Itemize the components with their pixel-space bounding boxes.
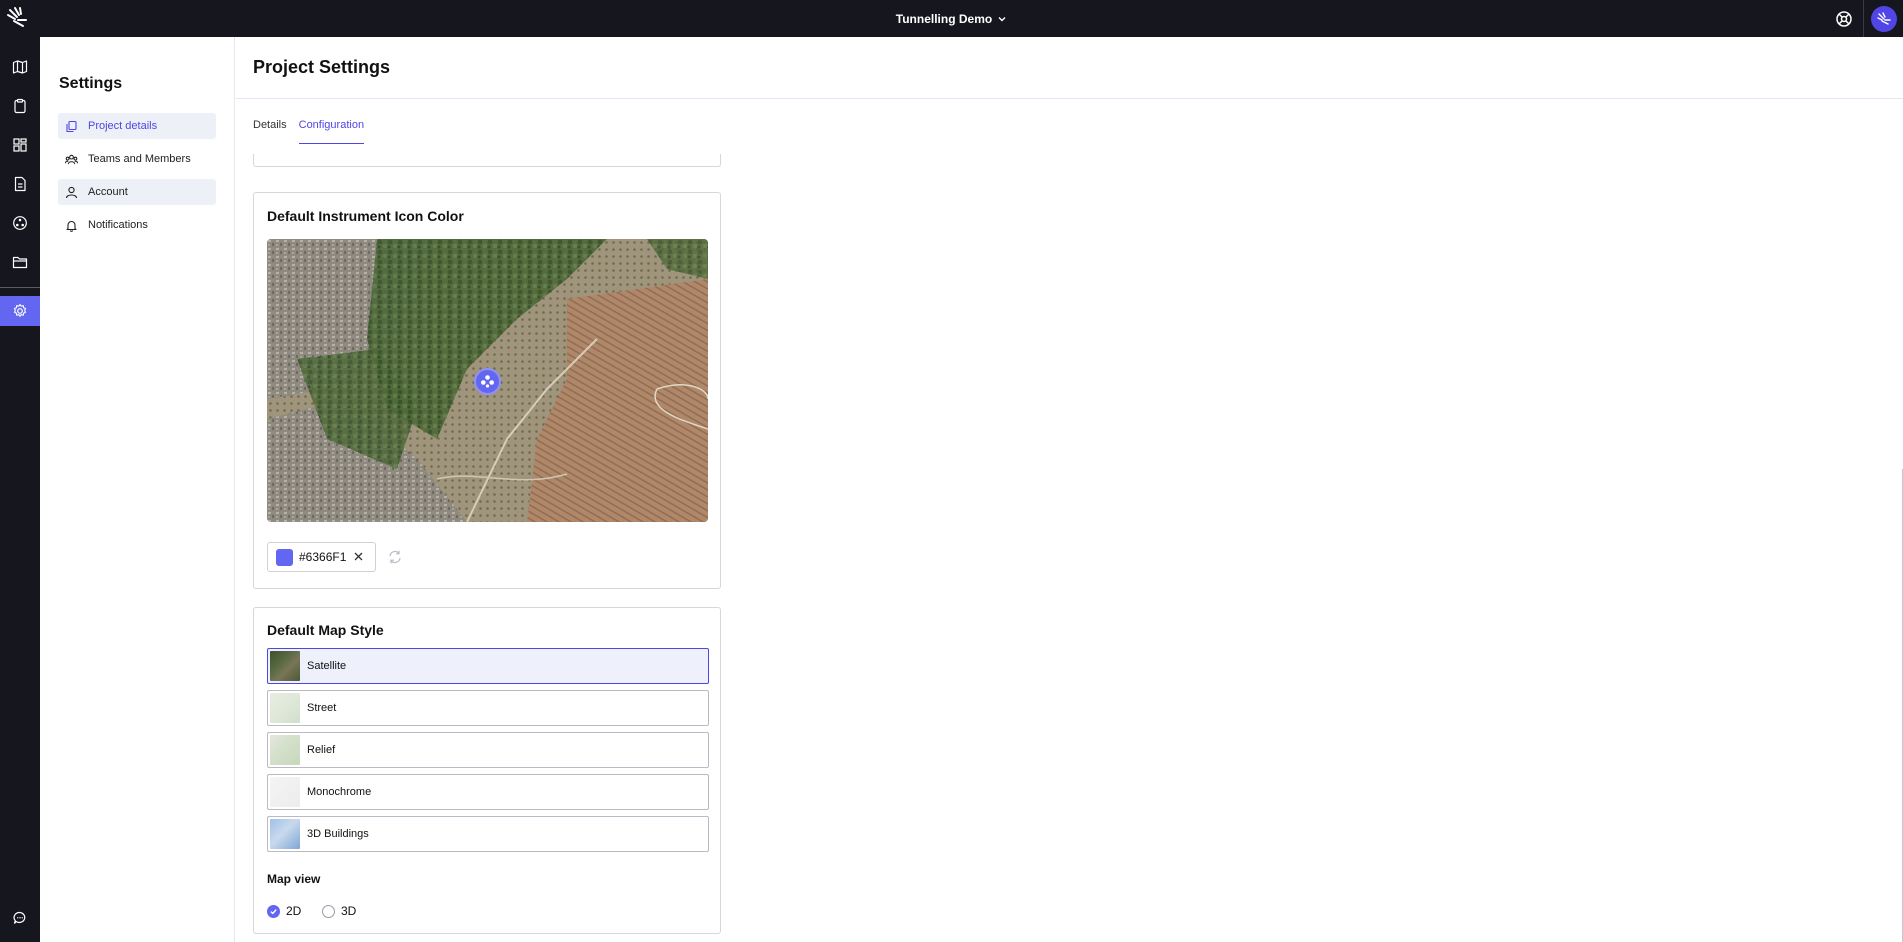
map-view-3d-radio[interactable]: 3D	[322, 904, 356, 918]
chat-icon	[13, 911, 26, 924]
map-icon	[12, 60, 28, 74]
sidebar-item-account[interactable]: Account	[58, 179, 216, 205]
monochrome-thumbnail	[270, 777, 300, 807]
radio-label: 2D	[286, 904, 302, 918]
clipboard-icon	[14, 98, 26, 114]
rail-settings[interactable]	[0, 296, 40, 326]
rail-report[interactable]	[0, 169, 40, 199]
instrument-marker-preview	[474, 368, 501, 395]
user-menu[interactable]	[1863, 0, 1903, 37]
refresh-icon	[389, 550, 401, 564]
map-style-option-monochrome[interactable]: Monochrome	[267, 774, 709, 810]
radio-unchecked[interactable]	[322, 904, 335, 918]
close-icon	[354, 552, 363, 561]
sidebar-item-label: Account	[88, 186, 128, 198]
page-title: Project Settings	[253, 57, 391, 77]
tab-configuration[interactable]: Configuration	[298, 119, 365, 144]
color-picker-chip[interactable]: #6366F1	[267, 542, 376, 572]
dashboard-icon	[13, 138, 27, 152]
main-content: Project Settings Details Configuration D…	[236, 37, 1903, 942]
top-bar: Tunnelling Demo	[0, 0, 1903, 37]
map-style-option-satellite[interactable]: Satellite	[267, 648, 709, 684]
team-icon	[65, 153, 78, 166]
sidebar-item-teams-and-members[interactable]: Teams and Members	[58, 146, 216, 172]
rail-instruments[interactable]	[0, 208, 40, 238]
avatar[interactable]	[1870, 5, 1897, 32]
map-style-label: Street	[307, 702, 337, 714]
gear-icon	[13, 303, 27, 317]
header-divider	[236, 98, 1903, 99]
map-style-option-3d-buildings[interactable]: 3D Buildings	[267, 816, 709, 852]
chevron-down-icon	[998, 16, 1006, 21]
settings-sidebar: Settings Project details Teams and Membe…	[40, 37, 235, 942]
map-preview[interactable]	[267, 239, 708, 522]
project-switcher[interactable]: Tunnelling Demo	[0, 0, 1903, 37]
radio-label: 3D	[341, 904, 357, 918]
3d-buildings-thumbnail	[270, 819, 300, 849]
rail-map[interactable]	[0, 52, 40, 82]
rail-clipboard[interactable]	[0, 91, 40, 121]
reset-color-button[interactable]	[387, 549, 403, 565]
previous-section-card	[253, 154, 721, 167]
color-swatch[interactable]	[276, 548, 293, 566]
sidebar-item-notifications[interactable]: Notifications	[58, 212, 216, 238]
app-logo-icon	[1876, 11, 1891, 25]
street-thumbnail	[270, 693, 300, 723]
map-style-option-relief[interactable]: Relief	[267, 732, 709, 768]
relief-thumbnail	[270, 735, 300, 765]
map-style-option-street[interactable]: Street	[267, 690, 709, 726]
section-title: Default Map Style	[267, 622, 384, 638]
sidebar-item-label: Notifications	[88, 219, 148, 231]
map-style-label: Relief	[307, 744, 336, 756]
satellite-thumbnail	[270, 651, 300, 681]
help-icon[interactable]	[1833, 8, 1855, 30]
clear-color-button[interactable]	[354, 550, 363, 564]
bell-icon	[65, 219, 78, 232]
copy-icon	[65, 120, 78, 133]
sidebar-item-label: Teams and Members	[88, 153, 191, 165]
map-style-label: 3D Buildings	[307, 828, 369, 840]
instrument-icon	[13, 216, 27, 230]
folder-icon	[12, 256, 28, 269]
map-style-card: Default Map Style Satellite Street Relie…	[253, 607, 721, 934]
section-title: Default Instrument Icon Color	[267, 208, 464, 224]
rail-dashboard[interactable]	[0, 130, 40, 160]
tab-details[interactable]: Details	[253, 119, 287, 144]
sidebar-title: Settings	[59, 75, 123, 92]
sidebar-item-label: Project details	[88, 120, 158, 132]
color-hex-value: #6366F1	[299, 550, 347, 564]
map-view-2d-radio[interactable]: 2D	[267, 904, 301, 918]
rail-files[interactable]	[0, 247, 40, 277]
instrument-icon	[481, 375, 494, 388]
map-style-label: Satellite	[307, 660, 347, 672]
project-name: Tunnelling Demo	[895, 11, 993, 26]
rail-divider	[0, 287, 40, 288]
settings-tabs: Details Configuration	[253, 119, 376, 144]
map-view-label: Map view	[267, 872, 321, 886]
left-rail	[0, 37, 40, 942]
sidebar-item-project-details[interactable]: Project details	[58, 113, 216, 139]
map-style-label: Monochrome	[307, 786, 372, 798]
report-icon	[14, 176, 26, 192]
check-icon	[270, 908, 277, 914]
rail-chat[interactable]	[0, 903, 40, 933]
user-icon	[65, 186, 78, 199]
radio-checked[interactable]	[267, 904, 280, 918]
instrument-icon-color-card: Default Instrument Icon Color #6366F1	[253, 192, 721, 589]
